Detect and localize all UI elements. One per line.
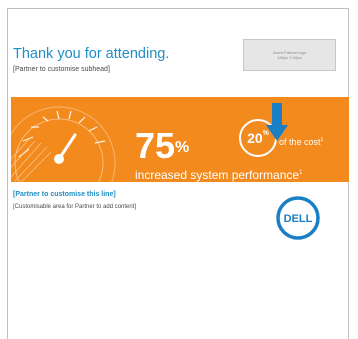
badge-number: 20 <box>247 130 263 146</box>
cost-text-label: of the cost <box>279 137 321 147</box>
partner-logo-placeholder: Insert Partner logo 180px X 45px <box>243 39 336 71</box>
logo-placeholder-line2: 180px X 45px <box>277 55 302 60</box>
performance-label: increased system performance <box>135 168 300 182</box>
cost-text: of the cost1 <box>279 137 323 147</box>
performance-percentage: 75% <box>135 128 189 164</box>
performance-superscript: 1 <box>299 170 303 176</box>
custom-area: [Customisable area for Partner to add co… <box>13 204 137 210</box>
speedometer-icon <box>11 106 116 182</box>
dell-logo-text: DELL <box>284 213 313 225</box>
dell-logo: DELL <box>276 196 320 240</box>
performance-text: increased system performance1 <box>135 167 302 182</box>
big-unit: % <box>175 139 190 156</box>
promo-banner: 75% 20% of the cost1 increased system pe… <box>11 97 349 182</box>
partner-line: [Partner to customise this line] <box>13 191 116 198</box>
page-title: Thank you for attending. <box>13 46 170 62</box>
big-number: 75 <box>135 125 176 166</box>
subhead: [Partner to customise subhead] <box>13 66 110 73</box>
cost-superscript: 1 <box>320 137 324 143</box>
